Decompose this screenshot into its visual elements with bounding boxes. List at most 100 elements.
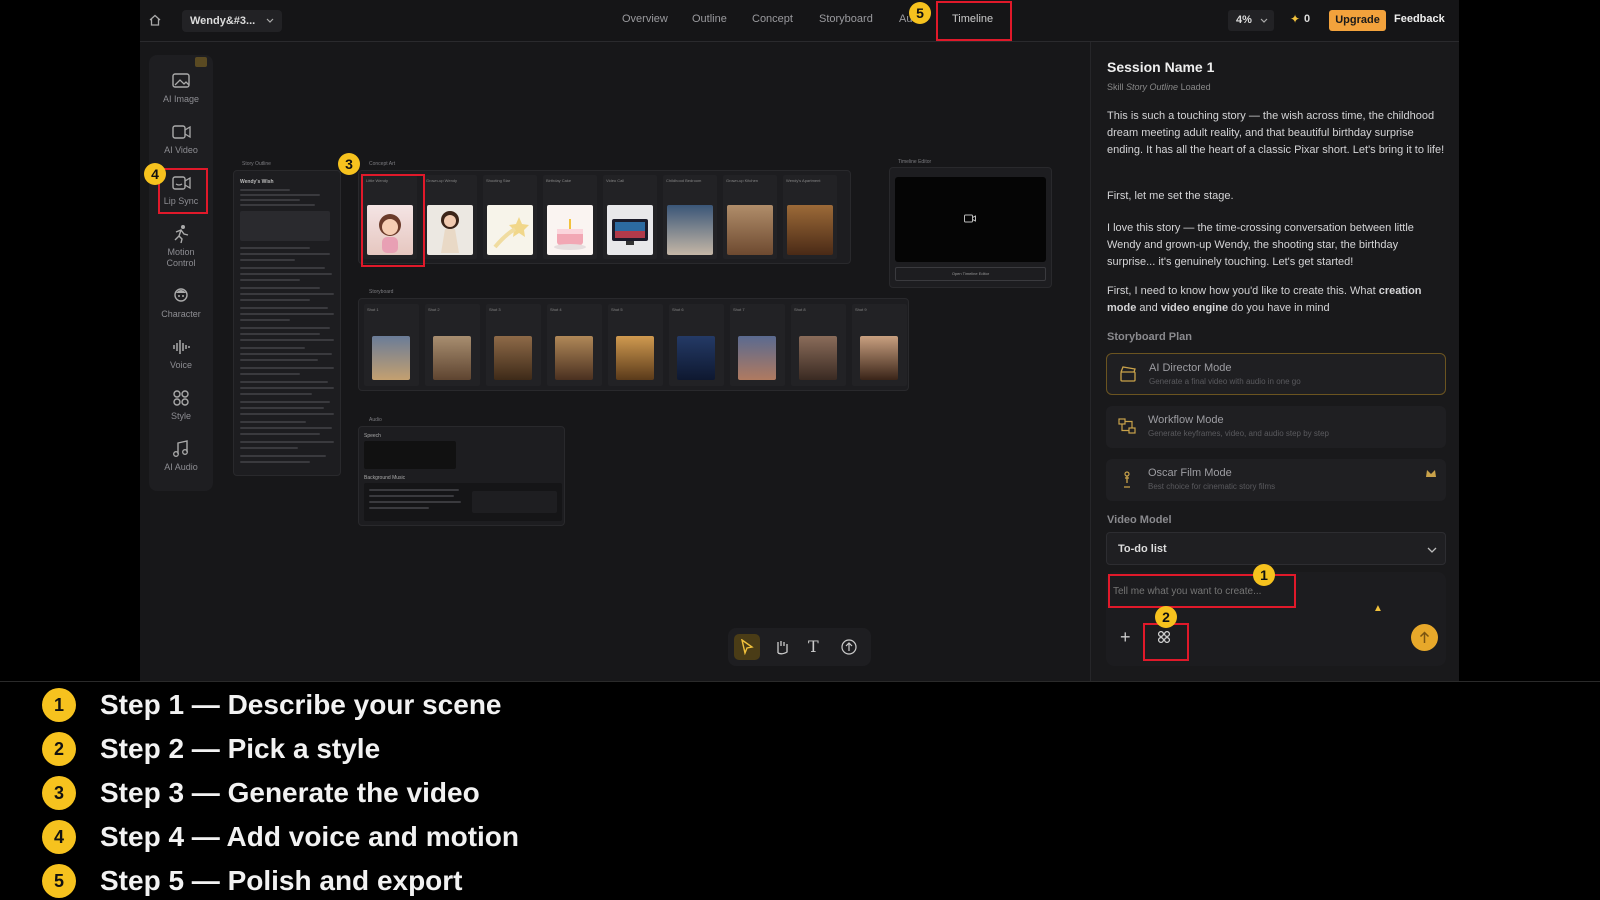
shot-image — [616, 336, 654, 380]
concept-card-label: Shooting Star — [486, 178, 511, 183]
story-outline-node[interactable]: Story Outline Wendy's Wish — [233, 161, 341, 476]
message-paragraph: I love this story — the time-crossing co… — [1107, 222, 1414, 268]
sidebar-item-ai-video[interactable]: AI Video — [149, 121, 213, 156]
shot-label: Shot 6 — [672, 307, 684, 312]
message-paragraph: This is such a touching story — the wish… — [1107, 110, 1445, 156]
sidebar-item-ai-audio[interactable]: AI Audio — [149, 438, 213, 473]
storyboard-shot[interactable]: Shot 4 — [547, 304, 602, 386]
mode-ai-director[interactable]: AI Director Mode Generate a final video … — [1106, 353, 1446, 395]
concept-image — [607, 205, 653, 255]
sidebar-item-voice[interactable]: Voice — [149, 336, 213, 371]
storyboard-node[interactable]: Storyboard Shot 1 Shot 2 Shot 3 Shot 4 S… — [358, 289, 909, 391]
feedback-button[interactable]: Feedback — [1394, 13, 1445, 25]
text-tool-icon[interactable]: T — [808, 637, 819, 656]
shot-image — [860, 336, 898, 380]
node-title: Storyboard — [369, 289, 394, 295]
mode-workflow[interactable]: Workflow Mode Generate keyframes, video,… — [1106, 406, 1446, 448]
add-attachment-button[interactable]: + — [1120, 627, 1131, 648]
concept-card[interactable]: Childhood Bedroom — [663, 175, 717, 259]
video-model-select[interactable]: To-do list — [1106, 532, 1446, 565]
audio-node[interactable]: Audio Speech Background Music — [358, 417, 565, 526]
clapperboard-icon — [1120, 366, 1136, 382]
mode-title: AI Director Mode — [1149, 362, 1232, 374]
question-emphasis: video engine — [1160, 302, 1229, 314]
concept-card[interactable]: Grown-up Wendy — [423, 175, 477, 259]
storyboard-shot[interactable]: Shot 6 — [669, 304, 724, 386]
storyboard-shot[interactable]: Shot 9 — [852, 304, 907, 386]
mode-title: Oscar Film Mode — [1148, 467, 1232, 479]
storyboard-shot[interactable]: Shot 8 — [791, 304, 846, 386]
zoom-control[interactable]: 4% — [1228, 10, 1274, 31]
concept-card[interactable]: Birthday Cake — [543, 175, 597, 259]
shot-image — [555, 336, 593, 380]
character-icon — [174, 288, 188, 302]
sidebar-item-ai-image[interactable]: AI Image — [149, 70, 213, 105]
shot-label: Shot 1 — [367, 307, 379, 312]
step-marker-5: 5 — [909, 2, 931, 24]
tab-outline[interactable]: Outline — [692, 13, 727, 25]
sidebar-item-character[interactable]: Character — [149, 285, 213, 320]
storyboard-shot[interactable]: Shot 7 — [730, 304, 785, 386]
step-text: Step 3 — Generate the video — [100, 777, 480, 808]
tab-storyboard[interactable]: Storyboard — [819, 13, 873, 25]
concept-card[interactable]: Shooting Star — [483, 175, 537, 259]
step-text: Step 5 — Polish and export — [100, 865, 463, 896]
shot-image — [433, 336, 471, 380]
step-number-badge: 1 — [42, 688, 76, 722]
tab-concept[interactable]: Concept — [752, 13, 793, 25]
project-selector[interactable]: Wendy&#3... — [182, 10, 282, 32]
voice-icon — [173, 340, 190, 354]
tab-overview[interactable]: Overview — [622, 13, 668, 25]
chevron-down-icon — [1427, 547, 1437, 553]
zoom-value: 4% — [1236, 14, 1252, 26]
concept-card[interactable]: Wendy's Apartment — [783, 175, 837, 259]
music-track[interactable] — [364, 483, 562, 521]
node-title: Concept Art — [369, 161, 396, 167]
sidebar-item-label: Motion Control — [166, 247, 196, 268]
hand-icon[interactable] — [773, 639, 789, 655]
highlight-box-concept — [361, 174, 425, 267]
sidebar-item-style[interactable]: Style — [149, 387, 213, 422]
outline-image-block — [240, 211, 330, 241]
concept-card-label: Video Call — [606, 178, 625, 183]
open-timeline-editor-button[interactable]: Open Timeline Editor — [895, 267, 1046, 281]
audio-icon — [173, 440, 188, 457]
step-marker-1: 1 — [1253, 564, 1275, 586]
home-icon[interactable] — [148, 13, 162, 27]
crown-badge-icon — [195, 57, 207, 67]
mode-description: Generate a final video with audio in one… — [1149, 377, 1301, 386]
sidebar-item-label: Style — [170, 411, 191, 421]
select-tool-button[interactable] — [734, 634, 760, 660]
storyboard-shot[interactable]: Shot 2 — [425, 304, 480, 386]
concept-card[interactable]: Grown-up Kitchen — [723, 175, 777, 259]
style-icon — [173, 390, 189, 406]
skill-suffix: Loaded — [1180, 82, 1211, 92]
sidebar-item-motion-control[interactable]: Motion Control — [149, 223, 213, 269]
highlight-box-style — [1143, 623, 1189, 661]
chevron-down-icon — [1260, 18, 1268, 23]
concept-card-label: Grown-up Wendy — [426, 178, 458, 183]
speech-label: Speech — [364, 433, 381, 439]
speech-player[interactable] — [364, 441, 456, 469]
storyboard-shot[interactable]: Shot 1 — [364, 304, 419, 386]
mode-oscar-film[interactable]: Oscar Film Mode Best choice for cinemati… — [1106, 459, 1446, 501]
outline-heading: Wendy's Wish — [240, 179, 274, 185]
concept-card[interactable]: Video Call — [603, 175, 657, 259]
timeline-preview — [895, 177, 1046, 262]
storyboard-shot[interactable]: Shot 3 — [486, 304, 541, 386]
background-music-label: Background Music — [364, 475, 406, 481]
concept-card-label: Childhood Bedroom — [666, 178, 702, 183]
credits-count: 0 — [1304, 13, 1311, 25]
step-text: Step 4 — Add voice and motion — [100, 821, 520, 852]
step-text: Step 2 — Pick a style — [100, 733, 381, 764]
shot-label: Shot 8 — [794, 307, 806, 312]
shot-label: Shot 5 — [611, 307, 623, 312]
concept-art-node[interactable]: Concept Art Little Wendy Grown-up Wendy … — [358, 161, 851, 264]
shot-image — [494, 336, 532, 380]
crown-icon — [1426, 470, 1436, 477]
storyboard-shot[interactable]: Shot 5 — [608, 304, 663, 386]
upload-icon[interactable] — [841, 639, 857, 655]
timeline-editor-node[interactable]: Timeline Editor Open Timeline Editor — [889, 159, 1052, 288]
send-button[interactable] — [1411, 624, 1438, 651]
upgrade-button[interactable]: Upgrade — [1329, 10, 1386, 31]
